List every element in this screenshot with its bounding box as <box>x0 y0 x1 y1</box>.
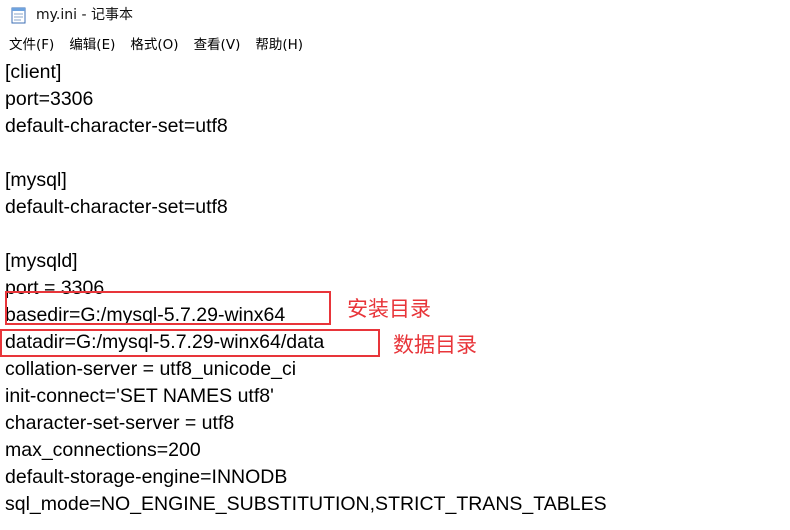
text-line: [client] <box>5 61 62 83</box>
datadir-highlight-box <box>0 329 380 357</box>
text-line: [mysqld] <box>5 250 78 272</box>
text-line: [mysql] <box>5 169 67 191</box>
text-line: max_connections=200 <box>5 439 201 461</box>
window-title: my.ini - 记事本 <box>36 7 133 23</box>
text-line: default-character-set=utf8 <box>5 115 228 137</box>
menu-help[interactable]: 帮助(H) <box>255 35 303 55</box>
data-dir-annotation: 数据目录 <box>393 333 477 357</box>
text-line: character-set-server = utf8 <box>5 412 235 434</box>
install-dir-annotation: 安装目录 <box>347 297 431 321</box>
title-bar: my.ini - 记事本 <box>0 0 790 30</box>
notepad-window: my.ini - 记事本 文件(F) 编辑(E) 格式(O) 查看(V) 帮助(… <box>0 0 790 530</box>
text-line: default-character-set=utf8 <box>5 196 228 218</box>
menu-view[interactable]: 查看(V) <box>194 35 241 55</box>
text-line: port=3306 <box>5 88 94 110</box>
text-line: default-storage-engine=INNODB <box>5 466 288 488</box>
menu-file[interactable]: 文件(F) <box>9 35 54 55</box>
text-line: collation-server = utf8_unicode_ci <box>5 358 297 380</box>
text-lines: [client] port=3306 default-character-set… <box>5 59 607 518</box>
menu-bar: 文件(F) 编辑(E) 格式(O) 查看(V) 帮助(H) <box>0 33 790 57</box>
menu-format[interactable]: 格式(O) <box>130 35 178 55</box>
text-editor-area[interactable]: [client] port=3306 default-character-set… <box>0 59 790 530</box>
text-line: sql_mode=NO_ENGINE_SUBSTITUTION,STRICT_T… <box>5 493 607 515</box>
notepad-icon <box>10 6 28 24</box>
text-line <box>5 140 607 167</box>
menu-edit[interactable]: 编辑(E) <box>69 35 115 55</box>
text-line: init-connect='SET NAMES utf8' <box>5 385 274 407</box>
basedir-highlight-box <box>5 291 331 325</box>
text-line <box>5 221 607 248</box>
